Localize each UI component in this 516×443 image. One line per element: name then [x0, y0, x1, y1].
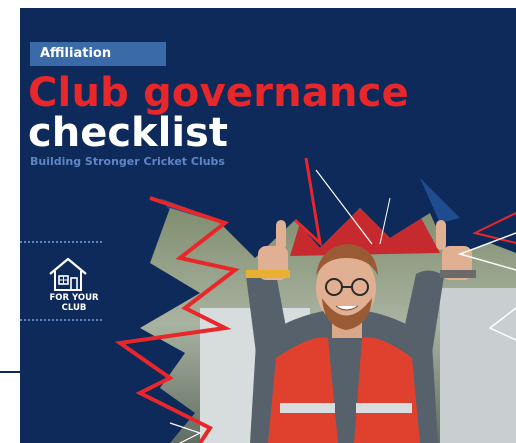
subtitle: Building Stronger Cricket Clubs [30, 155, 225, 168]
affiliation-tag: Affiliation [30, 42, 166, 66]
red-jagged-stroke [472, 212, 516, 244]
house-icon [49, 257, 87, 291]
thumbs-up-left [246, 220, 290, 280]
page: Affiliation Club governance checklist Bu… [0, 0, 516, 443]
badge-divider-bottom [20, 319, 102, 321]
title-line-2: checklist [28, 110, 228, 156]
checklist-cover[interactable]: Affiliation Club governance checklist Bu… [20, 8, 516, 443]
title-line-1: Club governance [28, 70, 409, 116]
photo [140, 208, 516, 443]
badge-label: FOR YOUR CLUB [49, 293, 99, 313]
badge-divider-top [20, 241, 102, 243]
